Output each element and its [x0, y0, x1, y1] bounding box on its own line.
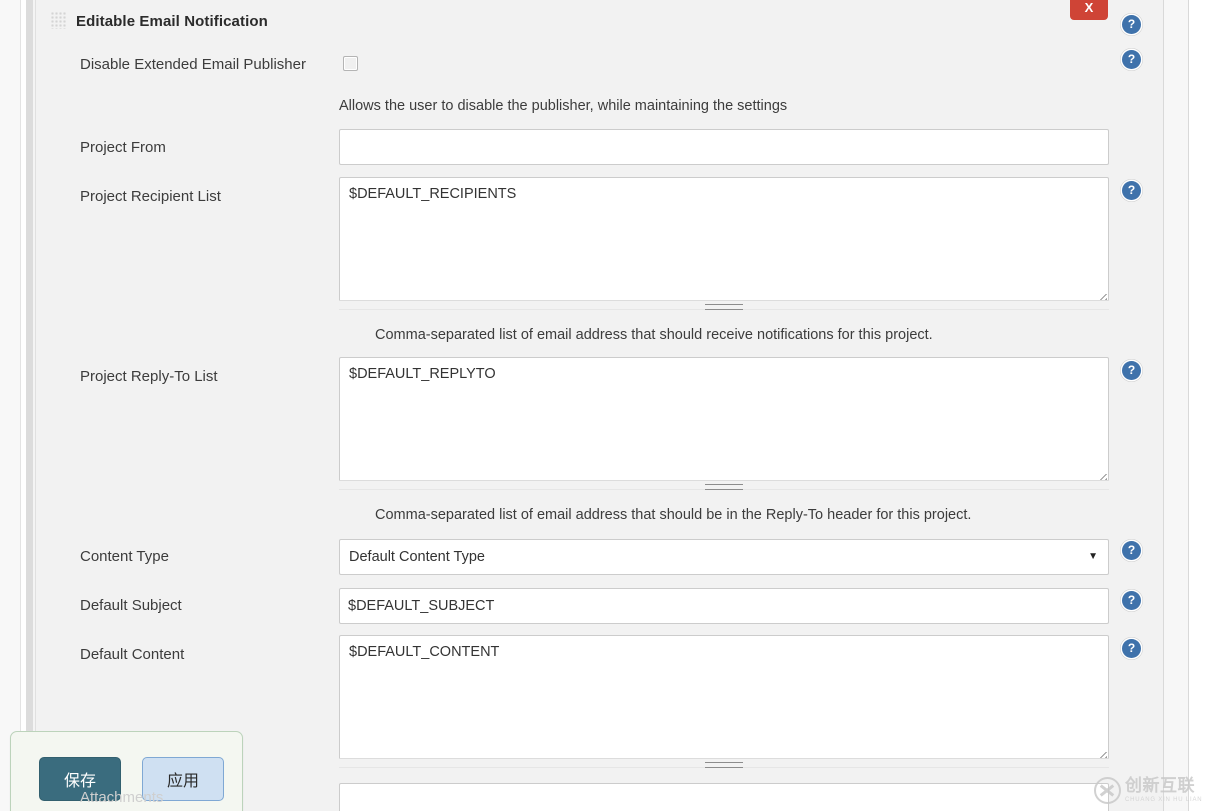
attachments-input[interactable]: [339, 783, 1109, 811]
project-reply-to-list-textarea[interactable]: $DEFAULT_REPLYTO: [339, 357, 1109, 488]
help-question-icon[interactable]: [1122, 541, 1141, 560]
drag-grip-icon[interactable]: [51, 12, 66, 29]
help-question-icon[interactable]: [1122, 15, 1141, 34]
gutter-divider: [20, 0, 21, 811]
left-vertical-rail: [26, 0, 33, 811]
section-title: Editable Email Notification: [76, 13, 268, 30]
help-question-icon[interactable]: [1122, 361, 1141, 380]
project-from-input[interactable]: [339, 129, 1109, 165]
project-from-label: Project From: [80, 139, 166, 156]
disable-publisher-checkbox[interactable]: [343, 56, 358, 71]
help-question-icon[interactable]: [1122, 50, 1141, 69]
disable-publisher-label: Disable Extended Email Publisher: [80, 56, 306, 73]
outer-strip: [1164, 0, 1188, 811]
close-section-button[interactable]: X: [1070, 0, 1108, 20]
chevron-down-icon: ▼: [1088, 551, 1098, 562]
section-header: Editable Email Notification X: [36, 0, 1163, 46]
project-recipient-list-help-text: Comma-separated list of email address th…: [375, 327, 933, 343]
default-content-textarea[interactable]: $DEFAULT_CONTENT: [339, 635, 1109, 766]
disable-publisher-help-text: Allows the user to disable the publisher…: [339, 98, 788, 114]
project-reply-to-area-wrap: $DEFAULT_REPLYTO: [339, 357, 1109, 488]
help-question-icon[interactable]: [1122, 591, 1141, 610]
project-reply-to-list-label: Project Reply-To List: [80, 368, 218, 385]
default-content-area-wrap: $DEFAULT_CONTENT: [339, 635, 1109, 766]
reply-to-list-drag-handle[interactable]: [339, 480, 1109, 490]
email-notification-panel: Editable Email Notification X Disable Ex…: [36, 0, 1163, 811]
project-recipient-list-textarea[interactable]: $DEFAULT_RECIPIENTS: [339, 177, 1109, 308]
project-recipient-list-label: Project Recipient List: [80, 188, 221, 205]
content-type-select[interactable]: Default Content Type ▼: [339, 539, 1109, 575]
content-type-selected-value: Default Content Type: [349, 549, 485, 565]
project-reply-to-list-help-text: Comma-separated list of email address th…: [375, 507, 972, 523]
attachments-label: Attachments: [80, 789, 164, 806]
page-gutter: [0, 0, 21, 811]
default-content-label: Default Content: [80, 646, 185, 663]
page-root: Editable Email Notification X Disable Ex…: [0, 0, 1213, 811]
help-question-icon[interactable]: [1122, 639, 1141, 658]
content-type-label: Content Type: [80, 548, 169, 565]
help-question-icon[interactable]: [1122, 181, 1141, 200]
default-subject-label: Default Subject: [80, 597, 182, 614]
recipient-list-drag-handle[interactable]: [339, 300, 1109, 310]
default-content-drag-handle[interactable]: [339, 758, 1109, 768]
outer-right-margin: [1189, 0, 1213, 811]
default-subject-input[interactable]: [339, 588, 1109, 624]
project-recipient-list-area-wrap: $DEFAULT_RECIPIENTS: [339, 177, 1109, 308]
